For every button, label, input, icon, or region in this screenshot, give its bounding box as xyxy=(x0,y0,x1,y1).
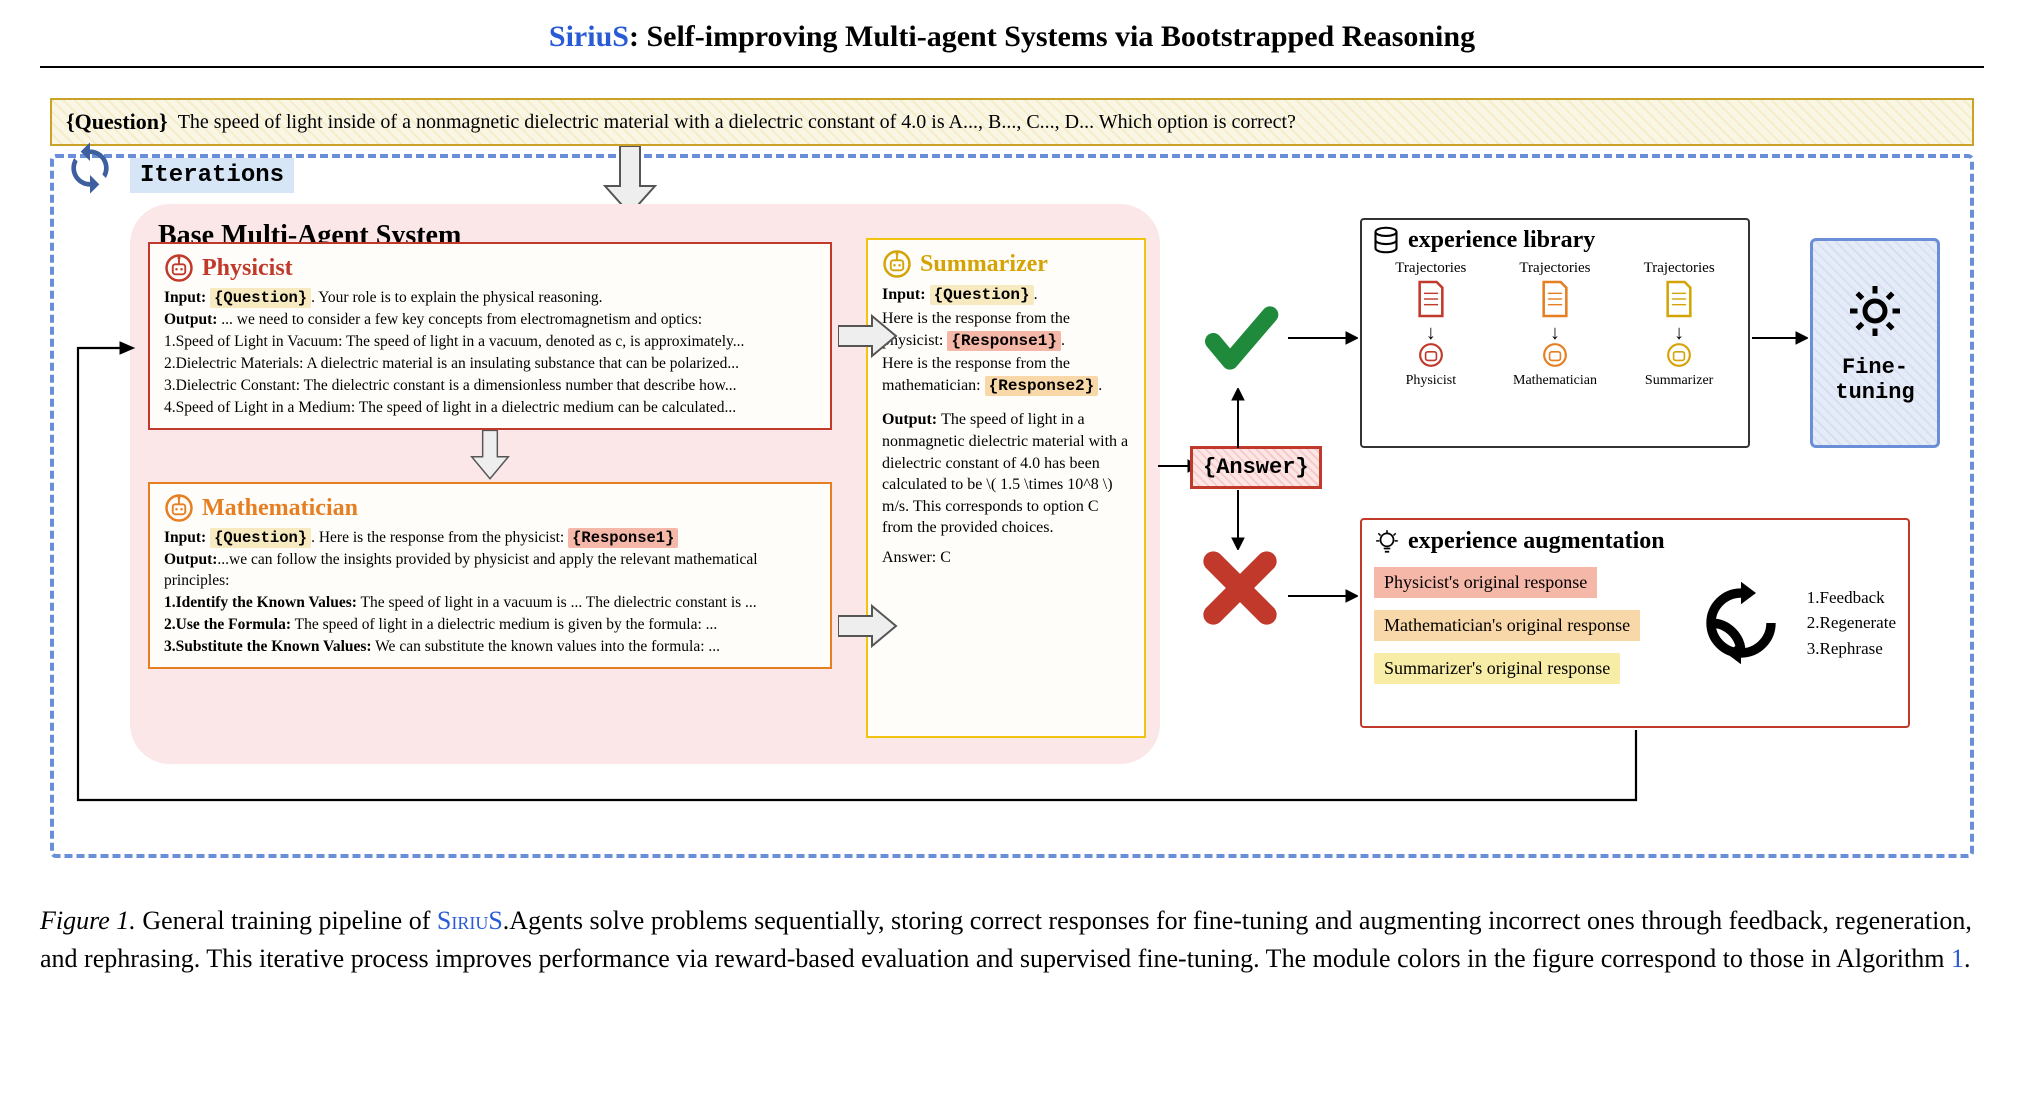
trajectory-summarizer: Trajectories ↓ Summarizer xyxy=(1644,260,1715,389)
finetune-box: Fine- tuning xyxy=(1810,238,1940,448)
iterations-label: Iterations xyxy=(130,158,294,193)
question-label: {Question} xyxy=(66,109,168,135)
title-brand: SiriuS xyxy=(549,20,629,53)
refresh-icon xyxy=(62,140,118,196)
figure-1-diagram: {Question} The speed of light inside of … xyxy=(40,98,1984,858)
paper-title: SiriuS: Self-improving Multi-agent Syste… xyxy=(40,20,1984,68)
finetune-label: Fine- tuning xyxy=(1835,355,1914,405)
cycle-icon xyxy=(1696,578,1786,668)
title-rest: : Self-improving Multi-agent Systems via… xyxy=(629,20,1475,53)
feedback-arrow xyxy=(58,218,1638,838)
question-box: {Question} The speed of light inside of … xyxy=(50,98,1974,146)
document-icon xyxy=(1662,279,1696,319)
question-text: The speed of light inside of a nonmagnet… xyxy=(178,111,1296,134)
figure-caption: Figure 1. General training pipeline of S… xyxy=(40,902,1984,977)
gear-icon xyxy=(1845,281,1905,341)
arrow-right-icon xyxy=(1752,330,1808,346)
robot-icon xyxy=(1666,342,1692,368)
